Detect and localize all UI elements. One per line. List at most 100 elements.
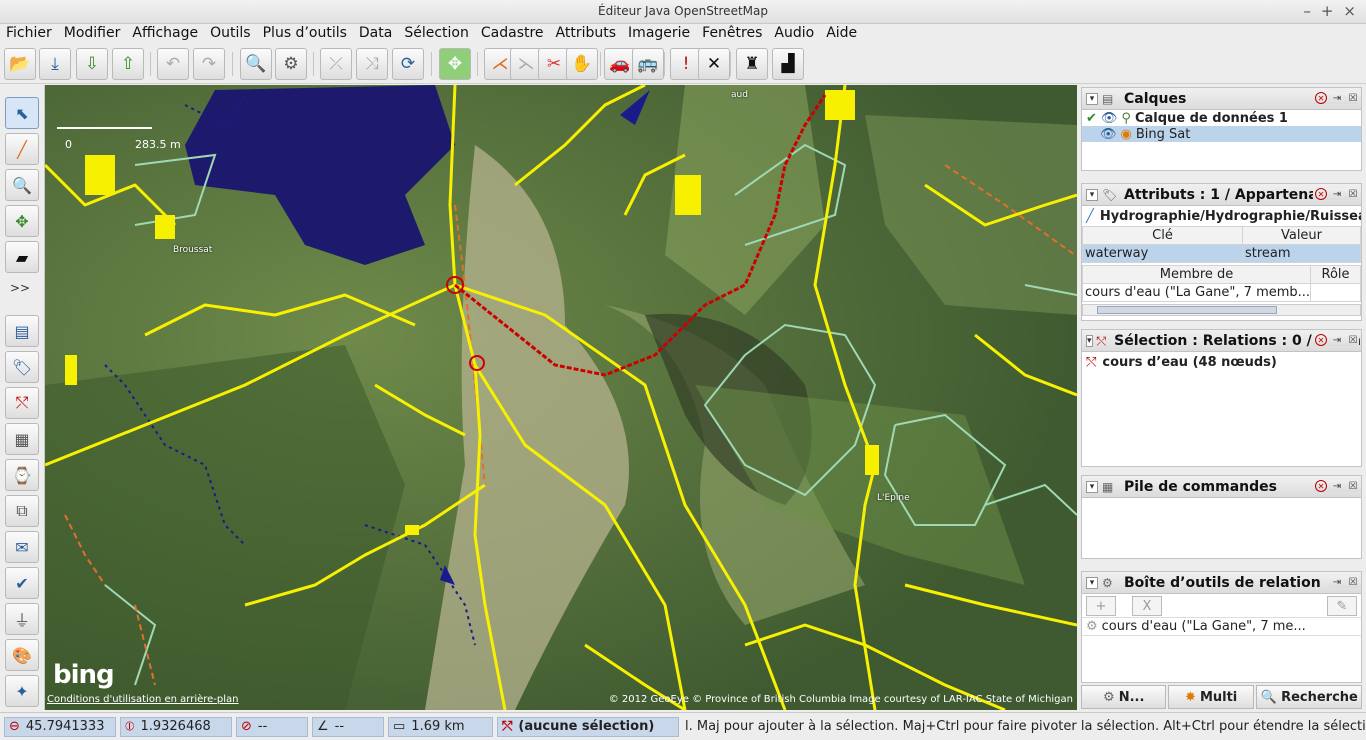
detach-icon[interactable]: ⇥	[1331, 576, 1343, 588]
commands-panel-toggle[interactable]: ▦	[5, 423, 39, 455]
active-check-icon[interactable]: ✔	[1086, 111, 1097, 126]
menu-modifier[interactable]: Modifier	[58, 24, 127, 44]
visibility-eye-icon[interactable]: 👁	[1101, 111, 1118, 126]
collapse-toggle[interactable]: ▾	[1086, 480, 1098, 493]
tag-value[interactable]: stream	[1242, 244, 1361, 263]
preset-label[interactable]: ╱ Hydrographie/Hydrographie/Ruisseau	[1082, 206, 1361, 226]
menu-imagerie[interactable]: Imagerie	[622, 24, 696, 44]
layer-row[interactable]: ✔ 👁 ⚲ Calque de données 1	[1082, 110, 1361, 126]
zoom-fit-button[interactable]: ✥	[439, 48, 471, 80]
castle-button[interactable]: ♜	[736, 48, 768, 80]
waterway-icon: ╱	[1086, 208, 1094, 224]
menu-cadastre[interactable]: Cadastre	[475, 24, 550, 44]
combine-button[interactable]: ⤨	[356, 48, 388, 80]
map-view[interactable]: 0 283.5 m Broussat L'Epine aud bing Cond…	[45, 85, 1077, 710]
close-panel-icon[interactable]: ✕	[1315, 334, 1327, 346]
terms-link[interactable]: Conditions d'utilisation en arrière-plan	[47, 694, 239, 705]
validator-panel-toggle[interactable]: ✔	[5, 567, 39, 599]
new-button[interactable]: ⚙ N...	[1081, 685, 1167, 709]
undo-button[interactable]: ↶	[157, 48, 189, 80]
member-cell[interactable]: cours d'eau ("La Gane", 7 memb...	[1081, 283, 1312, 302]
list-item[interactable]: ⤲ cours d’eau (48 nœuds)	[1082, 352, 1361, 372]
column-header[interactable]: Valeur	[1242, 226, 1361, 245]
search-button[interactable]: 🔍 Recherche	[1255, 685, 1362, 709]
menu-plus-outils[interactable]: Plus d’outils	[257, 24, 353, 44]
close-icon[interactable]: ☒	[1347, 92, 1359, 104]
cross-tool-button[interactable]: ✕	[698, 48, 730, 80]
collapse-toggle[interactable]: ▾	[1086, 576, 1098, 589]
wms-button[interactable]: ⚙	[275, 48, 307, 80]
horizontal-scrollbar[interactable]	[1082, 304, 1361, 316]
maximize-button[interactable]: +	[1321, 2, 1334, 20]
preferences-button[interactable]: 🔍	[240, 48, 272, 80]
close-panel-icon[interactable]: ✕	[1315, 188, 1327, 200]
open-button[interactable]: 📂	[4, 48, 36, 80]
layers-panel-toggle[interactable]: ▤	[5, 315, 39, 347]
close-panel-icon[interactable]: ✕	[1315, 480, 1327, 492]
simplify-button[interactable]: ⤫	[320, 48, 352, 80]
panel-title: Boîte d’outils de relation	[1124, 574, 1321, 591]
collapse-toggle[interactable]: ▾	[1086, 334, 1093, 347]
hand-button[interactable]: ✋	[566, 48, 598, 80]
close-button[interactable]: ×	[1343, 2, 1356, 20]
conflict-panel-toggle[interactable]: ⧉	[5, 495, 39, 527]
close-panel-icon[interactable]: ✕	[1315, 92, 1327, 104]
menu-data[interactable]: Data	[353, 24, 398, 44]
refresh-button[interactable]: ⟳	[392, 48, 424, 80]
table-row[interactable]: waterway stream	[1082, 244, 1361, 263]
close-icon[interactable]: ☒	[1347, 334, 1359, 346]
more-tools-button[interactable]: >>	[10, 281, 30, 295]
close-icon[interactable]: ☒	[1347, 576, 1359, 588]
detach-icon[interactable]: ⇥	[1331, 334, 1343, 346]
add-member-button[interactable]: +	[1086, 596, 1116, 616]
menu-aide[interactable]: Aide	[820, 24, 863, 44]
column-header[interactable]: Membre de	[1081, 265, 1312, 284]
column-header[interactable]: Clé	[1082, 226, 1243, 245]
column-header[interactable]: Rôle	[1310, 265, 1361, 284]
detach-icon[interactable]: ⇥	[1331, 480, 1343, 492]
close-icon[interactable]: ☒	[1347, 188, 1359, 200]
filter-panel-toggle[interactable]: ⏚	[5, 603, 39, 635]
list-item[interactable]: ⚙ cours d'eau ("La Gane", 7 me...	[1082, 618, 1361, 636]
factory-icon: ▟	[781, 54, 795, 74]
close-icon[interactable]: ☒	[1347, 480, 1359, 492]
map-canvas[interactable]	[45, 85, 1077, 710]
detach-icon[interactable]: ⇥	[1331, 188, 1343, 200]
upload-button[interactable]: ⇧	[112, 48, 144, 80]
menu-attributs[interactable]: Attributs	[550, 24, 623, 44]
select-tool-button[interactable]: ⬉	[5, 97, 39, 129]
role-cell[interactable]	[1310, 283, 1361, 302]
tags-panel-toggle[interactable]: 🏷	[5, 351, 39, 383]
menu-selection[interactable]: Sélection	[398, 24, 475, 44]
download-button[interactable]: ⇩	[76, 48, 108, 80]
table-row[interactable]: cours d'eau ("La Gane", 7 memb...	[1081, 283, 1361, 302]
tag-key[interactable]: waterway	[1082, 244, 1243, 263]
edit-relation-button[interactable]: ✎	[1327, 596, 1357, 616]
layer-row-selected[interactable]: 👁 ◉ Bing Sat	[1082, 126, 1361, 142]
minimize-button[interactable]: –	[1303, 2, 1311, 20]
history-panel-toggle[interactable]: ⌚	[5, 459, 39, 491]
mail-panel-toggle[interactable]: ✉	[5, 531, 39, 563]
extrude-tool-button[interactable]: ▰	[5, 241, 39, 273]
visibility-eye-icon[interactable]: 👁	[1100, 127, 1117, 142]
redo-button[interactable]: ↷	[193, 48, 225, 80]
remove-member-button[interactable]: X	[1132, 596, 1162, 616]
save-button[interactable]: ⤓	[39, 48, 71, 80]
factory-button[interactable]: ▟	[772, 48, 804, 80]
menu-fenetres[interactable]: Fenêtres	[696, 24, 768, 44]
zoom-tool-button[interactable]: 🔍	[5, 169, 39, 201]
collapse-toggle[interactable]: ▾	[1086, 92, 1098, 105]
menu-outils[interactable]: Outils	[204, 24, 256, 44]
menu-affichage[interactable]: Affichage	[126, 24, 204, 44]
bus-button[interactable]: 🚌	[632, 48, 664, 80]
extra-panel-toggle[interactable]: ✦	[5, 675, 39, 707]
styles-panel-toggle[interactable]: 🎨	[5, 639, 39, 671]
menu-audio[interactable]: Audio	[768, 24, 820, 44]
menu-fichier[interactable]: Fichier	[0, 24, 58, 44]
multi-button[interactable]: ✸ Multi	[1168, 685, 1254, 709]
draw-tool-button[interactable]: ╱	[5, 133, 39, 165]
collapse-toggle[interactable]: ▾	[1086, 188, 1098, 201]
detach-icon[interactable]: ⇥	[1331, 92, 1343, 104]
relations-panel-toggle[interactable]: ⤲	[5, 387, 39, 419]
delete-tool-button[interactable]: ✥	[5, 205, 39, 237]
